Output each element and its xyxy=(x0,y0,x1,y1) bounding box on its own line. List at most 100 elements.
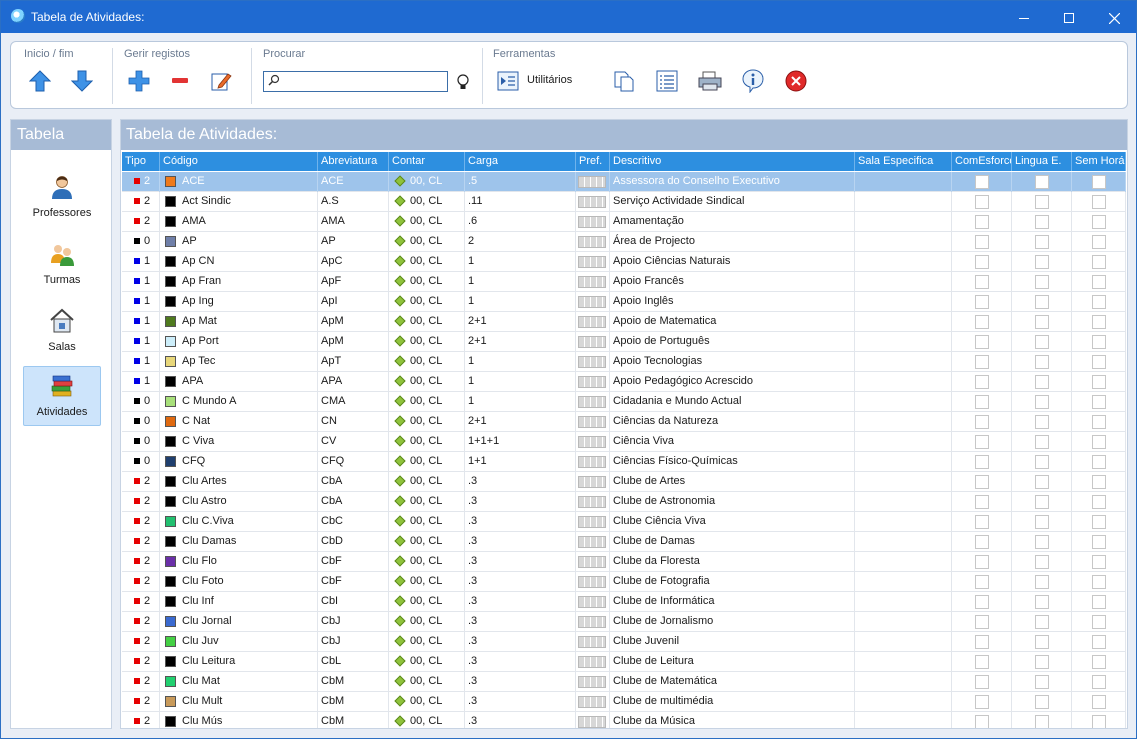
sem-hora-checkbox[interactable] xyxy=(1092,655,1106,669)
column-header[interactable]: Sem Horá xyxy=(1072,152,1126,171)
lingua-checkbox[interactable] xyxy=(1035,515,1049,529)
comesforco-checkbox[interactable] xyxy=(975,335,989,349)
lingua-checkbox[interactable] xyxy=(1035,395,1049,409)
sem-hora-checkbox[interactable] xyxy=(1092,635,1106,649)
comesforco-checkbox[interactable] xyxy=(975,415,989,429)
pref-cell[interactable] xyxy=(576,672,610,692)
sem-hora-checkbox[interactable] xyxy=(1092,395,1106,409)
search-hint-button[interactable] xyxy=(453,69,473,95)
comesforco-checkbox[interactable] xyxy=(975,255,989,269)
pref-cell[interactable] xyxy=(576,452,610,472)
column-header[interactable]: Código xyxy=(160,152,318,171)
sem-hora-checkbox[interactable] xyxy=(1092,335,1106,349)
sem-hora-checkbox[interactable] xyxy=(1092,295,1106,309)
comesforco-checkbox[interactable] xyxy=(975,715,989,728)
pref-cell[interactable] xyxy=(576,592,610,612)
pref-cell[interactable] xyxy=(576,512,610,532)
color-swatch[interactable] xyxy=(165,395,176,407)
comesforco-checkbox[interactable] xyxy=(975,535,989,549)
column-header[interactable]: Carga xyxy=(465,152,576,171)
close-table-button[interactable] xyxy=(783,68,809,94)
sem-hora-checkbox[interactable] xyxy=(1092,415,1106,429)
lingua-checkbox[interactable] xyxy=(1035,675,1049,689)
color-swatch[interactable] xyxy=(165,315,176,327)
sem-hora-checkbox[interactable] xyxy=(1092,195,1106,209)
pref-cell[interactable] xyxy=(576,212,610,232)
color-swatch[interactable] xyxy=(165,595,176,607)
color-swatch[interactable] xyxy=(165,295,176,307)
color-swatch[interactable] xyxy=(165,615,176,627)
lingua-checkbox[interactable] xyxy=(1035,475,1049,489)
lingua-checkbox[interactable] xyxy=(1035,495,1049,509)
table-row[interactable]: 2 Clu Artes CbA 00, CL .3 Clube de Artes xyxy=(122,472,1126,492)
maximize-button[interactable] xyxy=(1046,1,1092,33)
color-swatch[interactable] xyxy=(165,375,176,387)
table-row[interactable]: 1 Ap Fran ApF 00, CL 1 Apoio Francês xyxy=(122,272,1126,292)
lingua-checkbox[interactable] xyxy=(1035,595,1049,609)
color-swatch[interactable] xyxy=(165,195,176,207)
table-row[interactable]: 2 Clu Foto CbF 00, CL .3 Clube de Fotografia xyxy=(122,572,1126,592)
pref-cell[interactable] xyxy=(576,312,610,332)
color-swatch[interactable] xyxy=(165,715,176,727)
sem-hora-checkbox[interactable] xyxy=(1092,715,1106,728)
comesforco-checkbox[interactable] xyxy=(975,615,989,629)
sem-hora-checkbox[interactable] xyxy=(1092,475,1106,489)
pref-cell[interactable] xyxy=(576,572,610,592)
comesforco-checkbox[interactable] xyxy=(975,555,989,569)
pref-cell[interactable] xyxy=(576,432,610,452)
sem-hora-checkbox[interactable] xyxy=(1092,595,1106,609)
lingua-checkbox[interactable] xyxy=(1035,215,1049,229)
table-row[interactable]: 2 Clu Jornal CbJ 00, CL .3 Clube de Jornalism… xyxy=(122,612,1126,632)
color-swatch[interactable] xyxy=(165,635,176,647)
table-row[interactable]: 2 Clu Leitura CbL 00, CL .3 Clube de Leitura xyxy=(122,652,1126,672)
color-swatch[interactable] xyxy=(165,255,176,267)
table-row[interactable]: 2 Clu Inf CbI 00, CL .3 Clube de Informática xyxy=(122,592,1126,612)
pref-cell[interactable] xyxy=(576,552,610,572)
pref-cell[interactable] xyxy=(576,292,610,312)
table-row[interactable]: 0 C Nat CN 00, CL 2+1 Ciências da Natureza xyxy=(122,412,1126,432)
column-header[interactable]: Pref. xyxy=(576,152,610,171)
comesforco-checkbox[interactable] xyxy=(975,295,989,309)
pref-cell[interactable] xyxy=(576,352,610,372)
pref-cell[interactable] xyxy=(576,492,610,512)
color-swatch[interactable] xyxy=(165,455,176,467)
sem-hora-checkbox[interactable] xyxy=(1092,175,1106,189)
lingua-checkbox[interactable] xyxy=(1035,535,1049,549)
table-row[interactable]: 1 APA APA 00, CL 1 Apoio Pedagógico Acrescido xyxy=(122,372,1126,392)
color-swatch[interactable] xyxy=(165,535,176,547)
sem-hora-checkbox[interactable] xyxy=(1092,275,1106,289)
pref-cell[interactable] xyxy=(576,372,610,392)
table-row[interactable]: 2 Clu Juv CbJ 00, CL .3 Clube Juvenil xyxy=(122,632,1126,652)
sidebar-item-professores[interactable]: Professores xyxy=(23,168,101,228)
pref-cell[interactable] xyxy=(576,692,610,712)
lingua-checkbox[interactable] xyxy=(1035,435,1049,449)
sidebar-item-turmas[interactable]: Turmas xyxy=(23,235,101,295)
print-button[interactable] xyxy=(697,68,723,94)
sem-hora-checkbox[interactable] xyxy=(1092,375,1106,389)
comesforco-checkbox[interactable] xyxy=(975,315,989,329)
comesforco-checkbox[interactable] xyxy=(975,275,989,289)
comesforco-checkbox[interactable] xyxy=(975,375,989,389)
table-row[interactable]: 0 C Mundo A CMA 00, CL 1 Cidadania e Mundo Ac… xyxy=(122,392,1126,412)
comesforco-checkbox[interactable] xyxy=(975,675,989,689)
table-row[interactable]: 2 Clu Damas CbD 00, CL .3 Clube de Damas xyxy=(122,532,1126,552)
column-header[interactable]: Lingua E. xyxy=(1012,152,1072,171)
list-button[interactable] xyxy=(654,68,680,94)
column-header[interactable]: Contar xyxy=(389,152,465,171)
pref-cell[interactable] xyxy=(576,612,610,632)
color-swatch[interactable] xyxy=(165,515,176,527)
pref-cell[interactable] xyxy=(576,272,610,292)
sem-hora-checkbox[interactable] xyxy=(1092,355,1106,369)
comesforco-checkbox[interactable] xyxy=(975,215,989,229)
table-row[interactable]: 2 Clu Flo CbF 00, CL .3 Clube da Floresta xyxy=(122,552,1126,572)
lingua-checkbox[interactable] xyxy=(1035,275,1049,289)
minimize-button[interactable] xyxy=(1001,1,1047,33)
table-row[interactable]: 1 Ap Tec ApT 00, CL 1 Apoio Tecnologias xyxy=(122,352,1126,372)
table-row[interactable]: 2 ACE ACE 00, CL .5 Assessora do Conselho Exe… xyxy=(122,172,1126,192)
sidebar-item-atividades[interactable]: Atividades xyxy=(23,366,101,426)
lingua-checkbox[interactable] xyxy=(1035,655,1049,669)
info-button[interactable] xyxy=(740,68,766,94)
table-row[interactable]: 2 Clu Mult CbM 00, CL .3 Clube de multimédia xyxy=(122,692,1126,712)
sidebar-item-salas[interactable]: Salas xyxy=(23,302,101,362)
table-row[interactable]: 2 Clu C.Viva CbC 00, CL .3 Clube Ciência Viva xyxy=(122,512,1126,532)
